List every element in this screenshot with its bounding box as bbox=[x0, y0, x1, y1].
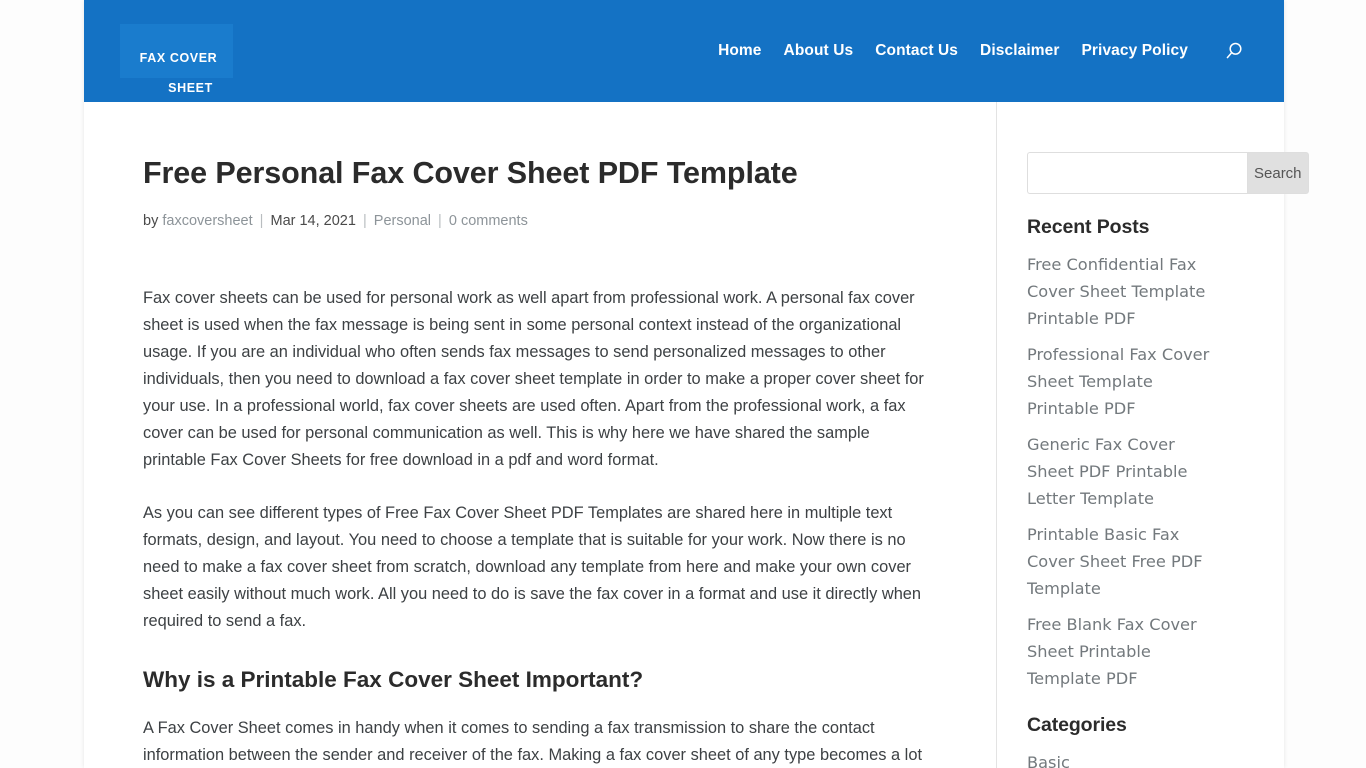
page-title: Free Personal Fax Cover Sheet PDF Templa… bbox=[143, 156, 798, 190]
logo-line-1: FAX COVER bbox=[139, 51, 218, 65]
recent-posts-title: Recent Posts bbox=[1027, 216, 1150, 238]
post-comments-link[interactable]: 0 comments bbox=[449, 213, 528, 229]
recent-post-link-3[interactable]: Generic Fax Cover Sheet PDF Printable Le… bbox=[1027, 431, 1222, 512]
article-column: Free Personal Fax Cover Sheet PDF Templa… bbox=[84, 102, 997, 768]
recent-post-link-1[interactable]: Free Confidential Fax Cover Sheet Templa… bbox=[1027, 251, 1222, 332]
post-body: Fax cover sheets can be used for persona… bbox=[143, 285, 936, 768]
sidebar-search-form: Search bbox=[1027, 152, 1309, 194]
list-item: Professional Fax Cover Sheet Template Pr… bbox=[1027, 341, 1222, 422]
search-submit-button[interactable]: Search bbox=[1247, 152, 1309, 194]
list-item: Printable Basic Fax Cover Sheet Free PDF… bbox=[1027, 521, 1222, 602]
logo-line-2: SHEET bbox=[168, 81, 213, 95]
post-meta: by faxcoversheet | Mar 14, 2021 | Person… bbox=[143, 211, 936, 231]
content-wrapper: Free Personal Fax Cover Sheet PDF Templa… bbox=[84, 102, 1309, 768]
categories-list: Basic bbox=[1027, 749, 1222, 768]
site-logo[interactable]: FAX COVER SHEET bbox=[120, 24, 233, 95]
nav-item-privacy-policy[interactable]: Privacy Policy bbox=[1081, 42, 1188, 60]
post-meta-separator-3: | bbox=[438, 213, 442, 230]
categories-title: Categories bbox=[1027, 714, 1127, 736]
page-container: FAX COVER SHEET Home About Us Contact Us… bbox=[84, 0, 1309, 768]
post-meta-by-label: by bbox=[143, 213, 159, 230]
nav-item-about-us[interactable]: About Us bbox=[784, 42, 854, 60]
category-link-basic[interactable]: Basic bbox=[1027, 749, 1222, 768]
primary-navigation: Home About Us Contact Us Disclaimer Priv… bbox=[718, 0, 1246, 102]
nav-item-disclaimer[interactable]: Disclaimer bbox=[980, 42, 1059, 60]
list-item: Free Blank Fax Cover Sheet Printable Tem… bbox=[1027, 611, 1222, 692]
list-item: Free Confidential Fax Cover Sheet Templa… bbox=[1027, 251, 1222, 332]
recent-post-link-2[interactable]: Professional Fax Cover Sheet Template Pr… bbox=[1027, 341, 1222, 422]
post-date: Mar 14, 2021 bbox=[270, 213, 356, 230]
paragraph-3: A Fax Cover Sheet comes in handy when it… bbox=[143, 718, 922, 764]
search-input[interactable] bbox=[1027, 152, 1247, 194]
post-category-link[interactable]: Personal bbox=[374, 213, 431, 229]
post-meta-separator-2: | bbox=[362, 213, 367, 230]
nav-item-home[interactable]: Home bbox=[718, 42, 761, 60]
paragraph-1: Fax cover sheets can be used for persona… bbox=[143, 289, 924, 470]
post-author-link[interactable]: faxcoversheet bbox=[162, 213, 252, 229]
paragraph-2: As you can see different types of Free F… bbox=[143, 504, 922, 631]
post-meta-separator-1: | bbox=[259, 213, 264, 230]
recent-post-link-5[interactable]: Free Blank Fax Cover Sheet Printable Tem… bbox=[1027, 611, 1222, 692]
recent-post-link-4[interactable]: Printable Basic Fax Cover Sheet Free PDF… bbox=[1027, 521, 1222, 602]
nav-item-contact-us[interactable]: Contact Us bbox=[875, 42, 958, 60]
browser-viewport: FAX COVER SHEET Home About Us Contact Us… bbox=[0, 0, 1366, 768]
section-heading: Why is a Printable Fax Cover Sheet Impor… bbox=[143, 667, 644, 693]
logo-wordmark-icon: FAX COVER SHEET bbox=[120, 36, 233, 111]
search-icon[interactable] bbox=[1222, 39, 1246, 63]
list-item: Generic Fax Cover Sheet PDF Printable Le… bbox=[1027, 431, 1222, 512]
site-header: FAX COVER SHEET Home About Us Contact Us… bbox=[84, 0, 1284, 102]
recent-posts-list: Free Confidential Fax Cover Sheet Templa… bbox=[1027, 251, 1222, 692]
list-item: Basic bbox=[1027, 749, 1222, 768]
sidebar: Search Recent Posts Free Confidential Fa… bbox=[997, 102, 1309, 768]
